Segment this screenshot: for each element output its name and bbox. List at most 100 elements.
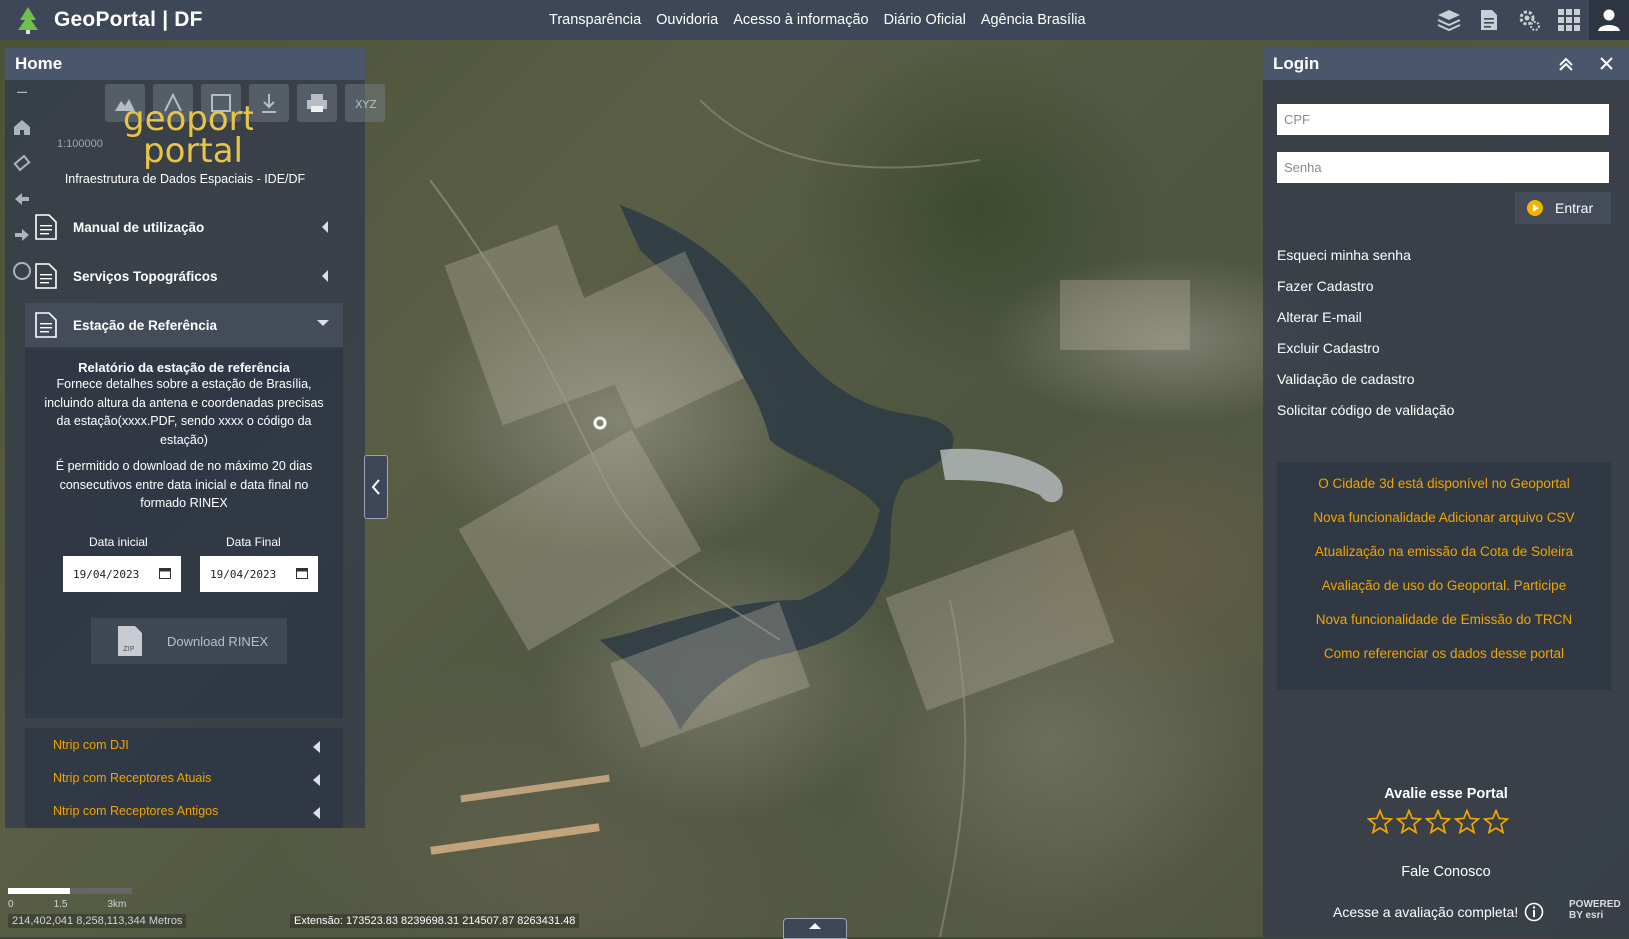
delete-account-link[interactable]: Excluir Cadastro: [1277, 340, 1380, 356]
download-rinex-button[interactable]: ZIP Download RINEX: [91, 618, 287, 664]
cpf-input[interactable]: [1277, 104, 1609, 135]
chevron-left-icon: [322, 270, 328, 282]
star-icon[interactable]: [1425, 809, 1451, 835]
nav-diario-oficial[interactable]: Diário Oficial: [884, 12, 966, 28]
start-date-label: Data inicial: [89, 535, 148, 549]
zoom-out-icon[interactable]: –: [9, 78, 35, 104]
password-input[interactable]: [1277, 152, 1609, 183]
download-icon[interactable]: [249, 84, 289, 122]
end-date-input[interactable]: 19/04/2023: [200, 556, 318, 592]
zip-file-icon: ZIP: [118, 626, 142, 656]
bottom-panel-toggle[interactable]: [783, 918, 847, 939]
calendar-icon[interactable]: [159, 567, 171, 579]
chevron-left-icon: [313, 774, 320, 786]
star-icon[interactable]: [1396, 809, 1422, 835]
news-item[interactable]: O Cidade 3d está disponível no Geoportal: [1277, 476, 1611, 491]
close-icon[interactable]: [1600, 57, 1613, 70]
star-icon[interactable]: [1483, 809, 1509, 835]
request-code-link[interactable]: Solicitar código de validação: [1277, 402, 1454, 418]
report-description: Fornece detalhes sobre a estação de Bras…: [44, 377, 324, 447]
user-icon[interactable]: [1589, 0, 1629, 40]
home-panel-title: Home: [15, 54, 63, 73]
home-icon[interactable]: [9, 114, 35, 140]
document-icon: [35, 263, 57, 289]
full-evaluation-link[interactable]: Acesse a avaliação completa!: [1333, 902, 1544, 922]
chevron-left-icon: [322, 221, 328, 233]
settings-icon[interactable]: [1509, 0, 1549, 40]
nav-ouvidoria[interactable]: Ouvidoria: [656, 12, 718, 28]
svg-text:portal: portal: [143, 131, 243, 170]
rate-portal-title: Avalie esse Portal: [1384, 786, 1508, 802]
ntrip-receptores-atuais[interactable]: Ntrip com Receptores Atuais: [53, 771, 211, 785]
login-title: Login: [1273, 54, 1320, 73]
accordion-manual-label: Manual de utilização: [73, 219, 205, 235]
runway: [460, 774, 610, 803]
geoportal-logo: geoportal portal: [123, 100, 253, 170]
download-limit-note: É permitido o download de no máximo 20 d…: [55, 459, 313, 510]
app-title: GeoPortal | DF: [54, 8, 203, 31]
accordion-manual[interactable]: Manual de utilização: [25, 205, 343, 249]
start-date-input[interactable]: 19/04/2023: [63, 556, 181, 592]
report-title: Relatório da estação de referência: [78, 360, 290, 375]
svg-text:XYZ: XYZ: [355, 98, 376, 110]
document-icon: [35, 214, 57, 240]
login-panel-header: Login: [1263, 48, 1629, 80]
xyz-coordinate-icon[interactable]: XYZ: [345, 84, 385, 122]
accordion-topograficos[interactable]: Serviços Topográficos: [25, 254, 343, 298]
nav-transparencia[interactable]: Transparência: [549, 12, 641, 28]
info-icon[interactable]: [1524, 902, 1544, 922]
login-button[interactable]: Entrar: [1515, 192, 1611, 224]
accordion-topograficos-label: Serviços Topográficos: [73, 268, 218, 284]
ide-subtitle: Infraestrutura de Dados Espaciais - IDE/…: [64, 172, 306, 186]
ntrip-dji[interactable]: Ntrip com DJI: [53, 738, 129, 752]
chevron-left-icon: [313, 741, 320, 753]
play-circle-icon: [1527, 200, 1543, 216]
home-panel: Home – XYZ 1:100000 geoport portal Infra…: [5, 48, 385, 828]
ntrip-receptores-antigos[interactable]: Ntrip com Receptores Antigos: [53, 804, 218, 818]
calendar-icon[interactable]: [296, 567, 308, 579]
chevron-down-icon: [317, 320, 329, 326]
collapse-up-icon[interactable]: [1559, 57, 1573, 71]
news-item[interactable]: Como referenciar os dados desse portal: [1277, 646, 1611, 661]
document-icon: [35, 312, 57, 338]
nav-agencia-brasilia[interactable]: Agência Brasília: [981, 12, 1086, 28]
news-list: O Cidade 3d está disponível no Geoportal…: [1277, 462, 1611, 690]
top-bar: GeoPortal | DF Transparência Ouvidoria A…: [0, 0, 1629, 40]
tree-logo-icon: [18, 7, 38, 34]
estacao-referencia-content: Relatório da estação de referência Forne…: [25, 348, 343, 718]
collapse-panel-button[interactable]: [364, 455, 388, 519]
register-link[interactable]: Fazer Cadastro: [1277, 278, 1373, 294]
document-icon[interactable]: [1469, 0, 1509, 40]
esri-attribution: POWERED BY esri: [1569, 899, 1621, 921]
chevron-up-icon: [809, 923, 821, 929]
home-panel-header: Home: [5, 48, 365, 80]
contact-link[interactable]: Fale Conosco: [1263, 864, 1629, 880]
news-item[interactable]: Atualização na emissão da Cota de Soleir…: [1277, 544, 1611, 559]
location-marker-icon[interactable]: [593, 416, 607, 430]
cursor-coordinates: 214,402,041 8,258,113,344 Metros: [8, 914, 187, 928]
df-logo[interactable]: GeoPortal | DF: [16, 6, 203, 34]
apps-grid-icon[interactable]: [1549, 0, 1589, 40]
map-extent: Extensão: 173523.83 8239698.31 214507.87…: [290, 914, 580, 928]
change-email-link[interactable]: Alterar E-mail: [1277, 309, 1362, 325]
accordion-estacao-referencia[interactable]: Estação de Referência: [25, 303, 343, 347]
top-navigation: Transparência Ouvidoria Acesso à informa…: [549, 0, 1086, 40]
ntrip-list: Ntrip com DJI Ntrip com Receptores Atuai…: [25, 728, 343, 828]
news-item[interactable]: Nova funcionalidade de Emissão do TRCN: [1277, 612, 1611, 627]
news-item[interactable]: Nova funcionalidade Adicionar arquivo CS…: [1277, 510, 1611, 525]
star-icon[interactable]: [1454, 809, 1480, 835]
map-scale-bar: 0 1.5 3km: [8, 888, 138, 910]
nav-acesso-informacao[interactable]: Acesso à informação: [733, 12, 868, 28]
accordion-estacao-label: Estação de Referência: [73, 317, 218, 333]
rating-stars[interactable]: [1367, 809, 1509, 835]
chevron-left-icon: [371, 479, 380, 495]
forgot-password-link[interactable]: Esqueci minha senha: [1277, 247, 1411, 263]
layers-icon[interactable]: [1429, 0, 1469, 40]
chevron-left-icon: [313, 807, 320, 819]
svg-text:ZIP: ZIP: [123, 645, 134, 653]
validate-account-link[interactable]: Validação de cadastro: [1277, 371, 1415, 387]
print-icon[interactable]: [297, 84, 337, 122]
star-icon[interactable]: [1367, 809, 1393, 835]
news-item[interactable]: Avaliação de uso do Geoportal. Participe: [1277, 578, 1611, 593]
map-scale-text: 1:100000: [57, 138, 103, 150]
